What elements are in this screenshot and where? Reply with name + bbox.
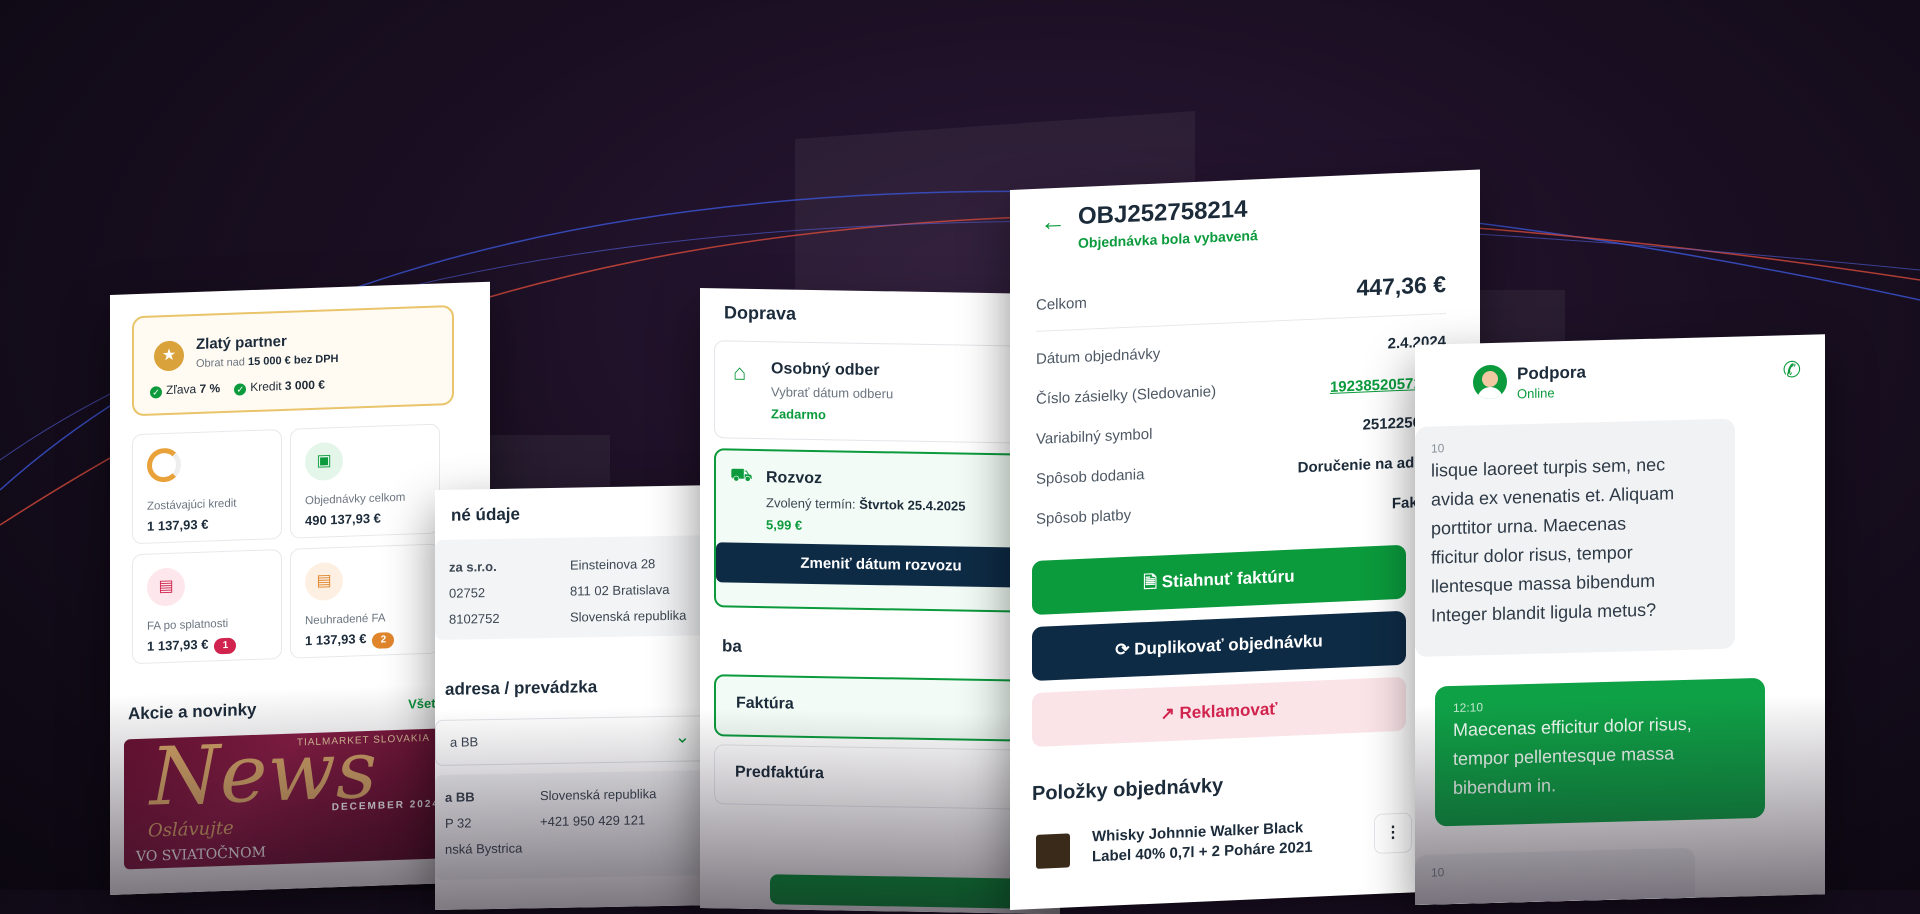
news-banner[interactable]: TIALMARKET SLOVAKIA News DECEMBER 2024 O… (124, 723, 450, 870)
tile-remaining-credit[interactable]: Zostávajúci kredit 1 137,93 € (132, 428, 282, 545)
option-invoice[interactable]: Faktúra ✓ (714, 674, 1052, 743)
incoming-message: 10 lisque laoreet turpis sem, nec avida … (1415, 418, 1735, 657)
shipping-panel: Doprava ⌂ Osobný odber Vybrať dátum odbe… (700, 288, 1060, 914)
company-panel: né údaje za s.r.o. Einsteinova 28 02752 … (435, 484, 740, 910)
detail-row-vs: Variabilný symbol 2512256891 (1036, 412, 1446, 448)
company-heading: né údaje (451, 504, 520, 525)
discount-tag: ✓ Zľava 7 % (150, 381, 220, 399)
refresh-icon: ⟳ (1115, 639, 1130, 660)
dashboard-panel: ★ Zlatý partner Obrat nad 15 000 € bez D… (110, 281, 490, 895)
partner-subtitle: Obrat nad 15 000 € bez DPH (196, 353, 339, 370)
truck-icon: ⛟ (730, 464, 753, 485)
shipping-heading: Doprava (724, 302, 797, 324)
invoice-icon: ▤ (147, 567, 185, 607)
chat-status: Online (1517, 385, 1555, 402)
tile-orders-total[interactable]: ▣ Objednávky celkom 490 137,93 € (290, 423, 440, 539)
chevron-down-icon: ⌄ (674, 726, 690, 747)
more-options-icon[interactable]: ⋮ (1374, 812, 1412, 855)
download-invoice-button[interactable]: 🗎 Stiahnuť faktúru (1032, 544, 1406, 616)
option-proforma[interactable]: Predfaktúra (714, 744, 1051, 811)
payment-heading: ba (722, 636, 742, 656)
complaint-button[interactable]: ↗ Reklamovať (1032, 676, 1406, 748)
detail-row-tracking: Číslo zásielky (Sledovanie) 192385205711… (1036, 373, 1446, 408)
continue-button[interactable] (770, 874, 1020, 909)
order-number: OBJ252758214 (1078, 195, 1248, 231)
address-select[interactable]: a BB ⌄ (435, 715, 707, 766)
items-heading: Položky objednávky (1032, 774, 1224, 806)
credit-tag: ✓ Kredit 3 000 € (234, 377, 325, 396)
duplicate-order-button[interactable]: ⟳ Duplikovať objednávku (1032, 610, 1406, 682)
product-thumbnail (1036, 833, 1070, 869)
partner-title: Zlatý partner (196, 332, 287, 353)
check-icon: ✓ (234, 383, 247, 396)
option-personal-pickup[interactable]: ⌂ Osobný odber Vybrať dátum odberu Zadar… (714, 340, 1051, 445)
order-panel: ← OBJ252758214 Objednávka bola vybavená … (1010, 169, 1480, 910)
change-date-button[interactable]: Zmeniť dátum rozvozu (716, 542, 1046, 589)
count-badge: 1 (214, 637, 237, 655)
document-icon: 🗎 (1143, 572, 1158, 593)
order-item[interactable]: Whisky Johnnie Walker Black Label 40% 0,… (1032, 812, 1412, 889)
address-heading: adresa / prevádzka (445, 677, 598, 699)
incoming-message: 10 (1415, 847, 1695, 905)
detail-row-date: Dátum objednávky 2.4.2024 (1036, 332, 1446, 368)
progress-ring-icon (147, 447, 185, 486)
news-heading: Akcie a novinky (128, 699, 257, 724)
detail-row-delivery: Spôsob dodania Doručenie na adresu (1036, 452, 1446, 488)
back-arrow-icon[interactable]: ← (1040, 206, 1066, 238)
option-delivery[interactable]: ⛟ Rozvoz Zvolený termín: Štvrtok 25.4.20… (714, 448, 1052, 614)
tile-overdue-invoices[interactable]: ▤ FA po splatnosti 1 137,93 €1 (132, 548, 282, 665)
trend-icon: ↗ (1160, 703, 1175, 724)
invoice-icon: ▤ (305, 561, 343, 602)
count-badge: 2 (372, 632, 395, 649)
detail-row-payment: Spôsob platbyFaktúra (1036, 493, 1446, 528)
store-icon: ⌂ (733, 359, 747, 385)
phone-icon[interactable]: ✆ (1783, 357, 1801, 383)
chat-panel: Podpora Online ✆ 10 lisque laoreet turpi… (1415, 334, 1825, 905)
check-icon: ✓ (150, 386, 162, 399)
tile-unpaid-invoices[interactable]: ▤ Neuhradené FA 1 137,93 €2 (290, 543, 440, 659)
order-status: Objednávka bola vybavená (1078, 227, 1258, 252)
briefcase-icon: ▣ (305, 441, 343, 482)
medal-icon: ★ (154, 340, 184, 372)
partner-benefits: ✓ Zľava 7 % ✓ Kredit 3 000 € (150, 377, 325, 399)
total-row: Celkom 447,36 € (1036, 270, 1446, 314)
outgoing-message: 12:10 Maecenas efficitur dolor risus, te… (1435, 677, 1765, 827)
avatar (1473, 364, 1507, 400)
chat-agent-name: Podpora (1517, 362, 1586, 384)
gold-partner-card[interactable]: ★ Zlatý partner Obrat nad 15 000 € bez D… (132, 304, 454, 417)
